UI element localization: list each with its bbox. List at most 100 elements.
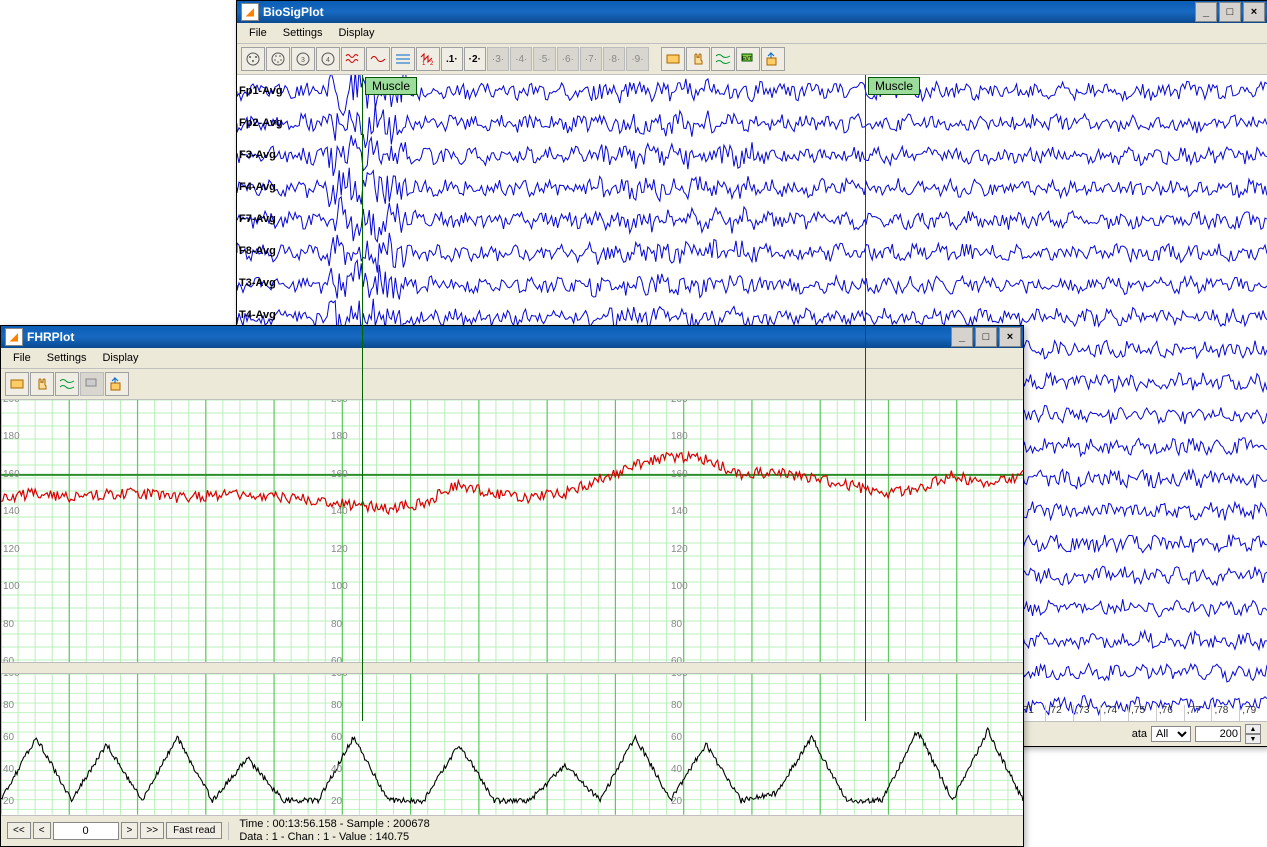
nav-last-button[interactable]: >> [140, 822, 164, 839]
zoom-box-icon[interactable] [5, 372, 29, 396]
view-5-button[interactable]: ·5· [533, 47, 555, 71]
view-3-button[interactable]: ·3· [487, 47, 509, 71]
view-6-button[interactable]: ·6· [557, 47, 579, 71]
xtick: ,75 [1128, 705, 1156, 721]
svg-text:2: 2 [430, 61, 434, 67]
svg-text:EVT: EVT [742, 56, 752, 62]
fhr-ytick: 120 [671, 544, 688, 555]
channel-label: Fp1-Avg [239, 85, 283, 97]
fhr-ytick: 180 [3, 431, 20, 442]
toco-plot-area[interactable]: 100806040201008060402010080604020 345678… [1, 674, 1023, 815]
fhrplot-window: ◢ FHRPlot _ □ × File Settings Display 20… [0, 325, 1024, 847]
xtick: ,74 [1100, 705, 1128, 721]
view-4-button[interactable]: ·4· [510, 47, 532, 71]
export-icon[interactable] [105, 372, 129, 396]
event-tag-muscle[interactable]: Muscle [365, 77, 417, 95]
menu-file[interactable]: File [241, 25, 275, 41]
gain-input[interactable] [1195, 726, 1241, 742]
panel-separator [1, 662, 1023, 674]
xtick: ,76 [1156, 705, 1184, 721]
close-button[interactable]: × [999, 327, 1021, 347]
toolbar: 3 4 12 .1· ·2· ·3· ·4· ·5· ·6· ·7· ·8· ·… [237, 44, 1267, 75]
menu-display[interactable]: Display [330, 25, 382, 41]
event-tool-icon[interactable] [80, 372, 104, 396]
event-tag-muscle[interactable]: Muscle [868, 77, 920, 95]
minimize-button[interactable]: _ [1195, 2, 1217, 22]
toco-ytick: 20 [671, 796, 682, 807]
raw-wave-icon[interactable] [341, 47, 365, 71]
fhr-ytick: 80 [671, 619, 682, 630]
fhr-ytick: 80 [331, 619, 342, 630]
filter-1-icon[interactable] [366, 47, 390, 71]
fhr-ytick: 120 [331, 544, 348, 555]
montage-1-icon[interactable] [241, 47, 265, 71]
menu-settings[interactable]: Settings [275, 25, 331, 41]
nav-prev-button[interactable]: < [33, 822, 51, 839]
filter-3-icon[interactable]: 12 [416, 47, 440, 71]
maximize-button[interactable]: □ [975, 327, 997, 347]
fhr-ytick: 180 [671, 431, 688, 442]
nav-position-input[interactable] [53, 822, 119, 840]
fhr-ytick: 160 [331, 469, 348, 480]
gain-spinner[interactable]: ▲ ▼ [1245, 724, 1261, 744]
statusbar: << < > >> Fast read Time : 00:13:56.158 … [1, 815, 1023, 846]
status-data-label: ata [1132, 728, 1147, 740]
fhr-plot-area[interactable]: 2001801601401201008060 20018016014012010… [1, 400, 1023, 662]
fhr-ytick: 140 [331, 506, 348, 517]
nav-next-button[interactable]: > [121, 822, 139, 839]
montage-2-icon[interactable] [266, 47, 290, 71]
toco-ytick: 100 [3, 674, 20, 679]
minimize-button[interactable]: _ [951, 327, 973, 347]
scale-2-button[interactable]: ·2· [464, 47, 486, 71]
filter-2-icon[interactable] [391, 47, 415, 71]
close-button[interactable]: × [1243, 2, 1265, 22]
svg-text:3: 3 [301, 57, 305, 64]
fhr-ytick: 160 [671, 469, 688, 480]
gain-down-icon[interactable]: ▼ [1245, 734, 1261, 744]
toco-ytick: 40 [671, 764, 682, 775]
nav-first-button[interactable]: << [7, 822, 31, 839]
pan-hand-icon[interactable] [30, 372, 54, 396]
fhr-ytick: 200 [3, 400, 20, 405]
maximize-button[interactable]: □ [1219, 2, 1241, 22]
fhr-ytick: 100 [331, 581, 348, 592]
scale-1-button[interactable]: .1· [441, 47, 463, 71]
toolbar [1, 369, 1023, 400]
menu-settings[interactable]: Settings [39, 350, 95, 366]
fhr-ytick: 100 [671, 581, 688, 592]
montage-3-icon[interactable]: 3 [291, 47, 315, 71]
svg-text:4: 4 [326, 57, 330, 64]
titlebar[interactable]: ◢ BioSigPlot _ □ × [237, 1, 1267, 23]
gain-up-icon[interactable]: ▲ [1245, 724, 1261, 734]
xtick: ,73 [1073, 705, 1101, 721]
toco-ytick: 60 [3, 732, 14, 743]
toco-ytick: 20 [3, 796, 14, 807]
fhr-ytick: 60 [331, 656, 342, 662]
fhr-ytick: 100 [3, 581, 20, 592]
window-title: BioSigPlot [263, 5, 1195, 19]
fhr-ytick: 140 [671, 506, 688, 517]
event-tool-icon[interactable]: EVT [736, 47, 760, 71]
ruler-icon[interactable] [55, 372, 79, 396]
fhr-ytick: 120 [3, 544, 20, 555]
view-8-button[interactable]: ·8· [603, 47, 625, 71]
channel-label: F3-Avg [239, 149, 276, 161]
fast-read-button[interactable]: Fast read [166, 822, 222, 839]
channel-label: F7-Avg [239, 213, 276, 225]
view-7-button[interactable]: ·7· [580, 47, 602, 71]
toco-ytick: 100 [671, 674, 688, 679]
toco-ytick: 60 [331, 732, 342, 743]
ruler-icon[interactable] [711, 47, 735, 71]
fhr-ytick: 140 [3, 506, 20, 517]
xtick: ,78 [1211, 705, 1239, 721]
fhr-ytick: 60 [3, 656, 14, 662]
menu-file[interactable]: File [5, 350, 39, 366]
export-icon[interactable] [761, 47, 785, 71]
channel-select[interactable]: All [1151, 726, 1191, 742]
pan-hand-icon[interactable] [686, 47, 710, 71]
montage-4-icon[interactable]: 4 [316, 47, 340, 71]
menu-display[interactable]: Display [94, 350, 146, 366]
zoom-box-icon[interactable] [661, 47, 685, 71]
view-9-button[interactable]: ·9· [626, 47, 648, 71]
titlebar[interactable]: ◢ FHRPlot _ □ × [1, 326, 1023, 348]
